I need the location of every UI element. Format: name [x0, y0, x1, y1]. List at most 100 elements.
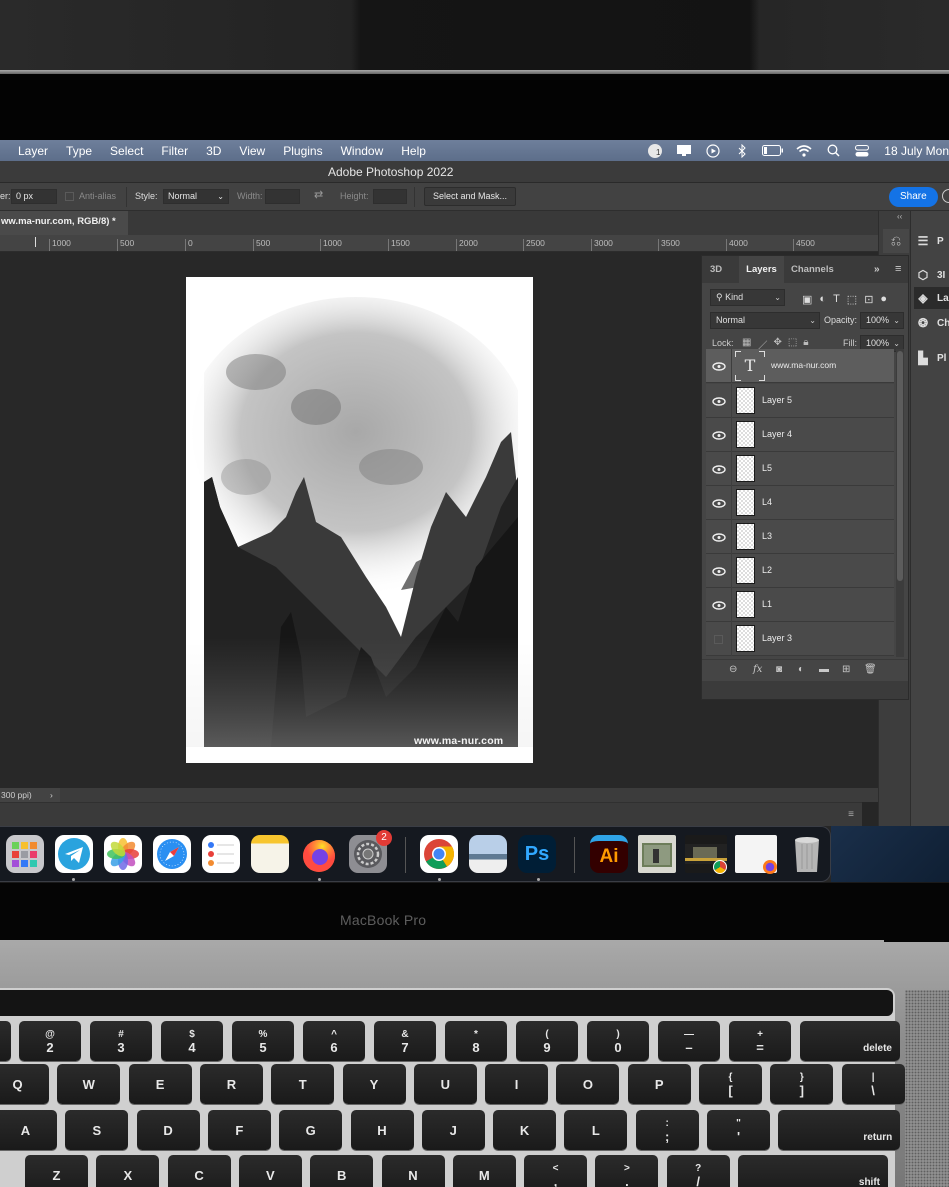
dock-launchpad[interactable]	[6, 835, 44, 873]
dock-photoshop[interactable]: Ps	[518, 835, 556, 873]
notification-badge-icon[interactable]: 1	[646, 143, 664, 158]
dock-preview[interactable]	[469, 835, 507, 873]
menu-select[interactable]: Select	[110, 144, 143, 158]
keyboard-key[interactable]: M	[452, 1155, 516, 1187]
visibility-eye-icon[interactable]	[710, 598, 727, 612]
keyboard-key[interactable]: Z	[25, 1155, 88, 1187]
panel-properties[interactable]: ☰ P	[914, 230, 949, 252]
keyboard-key[interactable]: T	[271, 1064, 335, 1104]
shift-key[interactable]: shift	[738, 1155, 888, 1187]
keyboard-key[interactable]: {[	[699, 1064, 762, 1104]
expand-panel-icon[interactable]: »	[874, 264, 880, 275]
keyboard-key[interactable]: K	[493, 1110, 557, 1150]
display-icon[interactable]	[675, 144, 693, 158]
visibility-eye-icon[interactable]	[710, 394, 727, 408]
visibility-eye-icon[interactable]	[710, 359, 727, 373]
keyboard-key[interactable]: % 5	[232, 1021, 294, 1061]
touch-bar[interactable]	[0, 990, 893, 1016]
layer-row[interactable]: Layer 5	[706, 384, 894, 418]
share-button[interactable]: Share	[889, 187, 938, 207]
layer-row[interactable]: L2	[706, 554, 894, 588]
panel-channels[interactable]: ❂ Ch	[914, 312, 949, 334]
keyboard-key[interactable]: Q	[0, 1064, 49, 1104]
add-mask-icon[interactable]: ◙	[776, 664, 782, 675]
antialias-checkbox[interactable]	[65, 192, 74, 201]
select-and-mask-button[interactable]: Select and Mask...	[424, 187, 517, 206]
keyboard-key[interactable]: P	[627, 1064, 691, 1104]
layer-row[interactable]: L3	[706, 520, 894, 554]
dock-illustrator[interactable]: Ai	[590, 835, 628, 873]
keyboard-key[interactable]: | \	[841, 1064, 905, 1104]
dock-photos-stack[interactable]	[638, 835, 676, 873]
menu-view[interactable]: View	[239, 144, 265, 158]
panel-layers[interactable]: ◈ La	[914, 287, 949, 309]
visibility-eye-icon[interactable]	[710, 428, 727, 442]
keyboard-key[interactable]: D	[136, 1110, 200, 1150]
keyboard-key[interactable]: U	[413, 1064, 477, 1104]
status-menu-arrow[interactable]: ›	[50, 788, 53, 802]
dock-firefox[interactable]	[299, 835, 337, 873]
layers-scrollbar[interactable]	[896, 349, 904, 657]
type-filter-icon[interactable]: T	[833, 293, 840, 306]
dock-photos[interactable]	[104, 835, 142, 873]
menu-help[interactable]: Help	[401, 144, 426, 158]
visibility-eye-icon[interactable]	[710, 462, 727, 476]
keyboard-key[interactable]: B	[310, 1155, 374, 1187]
layer-row[interactable]: L5	[706, 452, 894, 486]
keyboard-key[interactable]: ^ 6	[303, 1021, 365, 1061]
keyboard-key[interactable]: W	[57, 1064, 121, 1104]
dock-trash[interactable]	[788, 835, 826, 873]
keyboard-key[interactable]: N	[381, 1155, 445, 1187]
keyboard-key[interactable]: O	[556, 1064, 620, 1104]
menubar-date[interactable]: 18 July Mon	[884, 144, 949, 158]
panel-menu-icon[interactable]: ≡	[848, 809, 854, 820]
keyboard-key[interactable]: @2	[19, 1021, 81, 1061]
keyboard-key[interactable]: + =	[729, 1021, 791, 1061]
layer-row[interactable]: T www.ma-nur.com	[706, 349, 894, 383]
horizontal-ruler[interactable]: 1000 500 0 500 1000 1500 2000 2500 3000 …	[0, 235, 878, 252]
swap-icon[interactable]: ⇄	[314, 188, 323, 201]
new-group-icon[interactable]: ▬	[819, 664, 829, 675]
document-artwork[interactable]: www.ma-nur.com	[186, 277, 533, 763]
search-icon[interactable]	[942, 189, 949, 203]
keyboard-key[interactable]	[0, 1021, 11, 1061]
width-input[interactable]	[265, 189, 300, 204]
adjustment-layer-icon[interactable]: ◐	[798, 664, 804, 675]
keyboard-key[interactable]: J	[421, 1110, 485, 1150]
shape-filter-icon[interactable]: ⬚	[847, 293, 857, 306]
layer-row[interactable]: L4	[706, 486, 894, 520]
keyboard-key[interactable]: V	[238, 1155, 302, 1187]
dock-telegram[interactable]	[55, 835, 93, 873]
keyboard-key[interactable]: <,	[524, 1155, 588, 1187]
menu-plugins[interactable]: Plugins	[283, 144, 322, 158]
menu-type[interactable]: Type	[66, 144, 92, 158]
keyboard-key[interactable]: ? /	[666, 1155, 730, 1187]
keyboard-key[interactable]: " '	[707, 1110, 770, 1150]
dock-firefox-window[interactable]	[735, 835, 777, 874]
smart-object-filter-icon[interactable]: ⊡	[864, 293, 873, 306]
play-icon[interactable]	[704, 143, 722, 158]
panel-plugins[interactable]: ▙ Pl	[914, 347, 949, 369]
fx-icon[interactable]: fx	[753, 664, 762, 675]
keyboard-key[interactable]: Y	[342, 1064, 406, 1104]
dock-system-preferences[interactable]: 2	[349, 830, 392, 873]
visibility-eye-icon[interactable]	[710, 564, 727, 578]
menu-3d[interactable]: 3D	[206, 144, 221, 158]
keyboard-key[interactable]: X	[96, 1155, 160, 1187]
dock-notes[interactable]	[251, 835, 289, 873]
control-center-icon[interactable]	[853, 144, 871, 158]
search-icon[interactable]	[824, 144, 842, 158]
keyboard-key[interactable]: }]	[770, 1064, 834, 1104]
panel-menu-icon[interactable]: ≡	[895, 263, 901, 275]
menu-layer[interactable]: Layer	[18, 144, 48, 158]
wifi-icon[interactable]	[795, 144, 813, 158]
keyboard-key[interactable]: (9	[516, 1021, 578, 1061]
document-tab[interactable]: ww.ma-nur.com, RGB/8) *	[0, 211, 128, 235]
blend-mode-select[interactable]: Normal ⌄	[710, 312, 820, 329]
adjustment-filter-icon[interactable]: ◐	[819, 293, 826, 306]
dock-safari[interactable]	[153, 835, 191, 873]
keyboard-key[interactable]: F	[207, 1110, 271, 1150]
keyboard-key[interactable]: * 8	[445, 1021, 507, 1061]
keyboard-key[interactable]: :;	[635, 1110, 699, 1150]
layer-row[interactable]: Layer 3	[706, 622, 894, 656]
